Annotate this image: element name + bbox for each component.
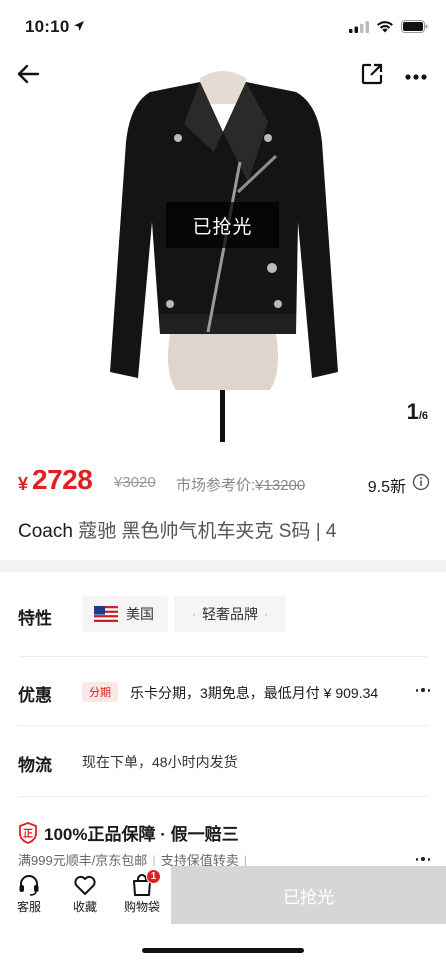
installment-text: 乐卡分期，3期免息，最低月付 ¥ 909.34 <box>130 685 379 701</box>
share-icon <box>361 63 383 90</box>
share-button[interactable] <box>356 60 388 92</box>
authentic-badge-icon: 正 <box>18 821 38 844</box>
arrow-left-icon <box>16 64 40 89</box>
promotion-more-icon[interactable] <box>416 688 431 692</box>
attributes-label: 特性 <box>18 609 52 628</box>
market-reference-price: 市场参考价:¥13200 <box>176 474 305 495</box>
promotion-label: 优惠 <box>18 686 52 705</box>
customer-service-button[interactable]: 客服 <box>4 872 54 915</box>
signal-icon <box>349 20 369 38</box>
price-row: ¥ 2728 ¥3020 市场参考价:¥13200 9.5新 <box>0 462 446 502</box>
current-price: 2728 <box>32 464 93 495</box>
chip-luxury[interactable]: · 轻奢品牌 · <box>174 596 286 632</box>
product-gallery[interactable]: 已抢光 1/6 <box>0 52 446 442</box>
divider <box>18 796 428 797</box>
status-time: 10:10 <box>25 17 70 36</box>
chip-luxury-label: 轻奢品牌 <box>202 606 258 622</box>
image-total: /6 <box>418 410 428 422</box>
home-indicator <box>142 948 304 953</box>
sold-out-overlay: 已抢光 <box>166 202 279 248</box>
back-button[interactable] <box>12 60 44 92</box>
dot-separator: · <box>192 607 196 621</box>
image-page-indicator: 1/6 <box>407 399 428 425</box>
shipping-text: 现在下单，48小时内发货 <box>82 754 238 770</box>
sold-out-button[interactable]: 已抢光 <box>171 866 446 924</box>
chip-origin[interactable]: 美国 <box>82 596 168 632</box>
customer-service-label: 客服 <box>16 900 41 914</box>
product-title: Coach 蔻驰 黑色帅气机车夹克 S码 | 4 <box>18 516 438 543</box>
location-arrow-icon <box>73 19 85 37</box>
product-name: 蔻驰 黑色帅气机车夹克 S码 | 4 <box>72 521 337 542</box>
heart-icon <box>73 874 97 896</box>
price-currency: ¥ <box>18 474 29 494</box>
us-flag-icon <box>94 606 118 622</box>
condition-grade[interactable]: 9.5新 <box>368 473 406 497</box>
market-price-label: 市场参考价: <box>176 477 256 494</box>
installment-tag: 分期 <box>82 682 118 702</box>
favorite-button[interactable]: 收藏 <box>60 872 110 915</box>
dot-separator: · <box>264 607 268 621</box>
original-price: ¥3020 <box>114 474 156 491</box>
more-button[interactable] <box>400 60 432 92</box>
cart-label: 购物袋 <box>123 900 160 914</box>
headset-icon <box>17 873 41 897</box>
image-current-index: 1 <box>406 399 419 424</box>
wifi-icon <box>376 20 394 38</box>
guarantee-row[interactable]: 正 100%正品保障 · 假一赔三 <box>18 820 239 845</box>
guarantee-title: 100%正品保障 · 假一赔三 <box>44 825 239 844</box>
svg-text:正: 正 <box>23 828 33 840</box>
cart-button[interactable]: 1 购物袋 <box>117 869 167 915</box>
market-price-value: ¥13200 <box>255 477 306 494</box>
info-icon[interactable] <box>412 473 430 496</box>
status-bar: 10:10 <box>0 0 446 52</box>
guarantee-more-icon[interactable] <box>416 857 431 861</box>
more-dots-icon <box>405 67 427 85</box>
product-brand: Coach <box>18 521 73 542</box>
cart-count-badge: 1 <box>146 869 161 884</box>
section-divider <box>0 560 446 572</box>
battery-icon <box>401 20 428 38</box>
attributes-row: 特性 美国 · 轻奢品牌 · <box>0 572 446 656</box>
chip-origin-label: 美国 <box>126 606 154 622</box>
favorite-label: 收藏 <box>72 900 97 914</box>
nav-bar <box>0 52 446 100</box>
shipping-label: 物流 <box>18 756 52 775</box>
bottom-action-bar: 客服 收藏 1 购物袋 已抢光 <box>0 866 446 924</box>
